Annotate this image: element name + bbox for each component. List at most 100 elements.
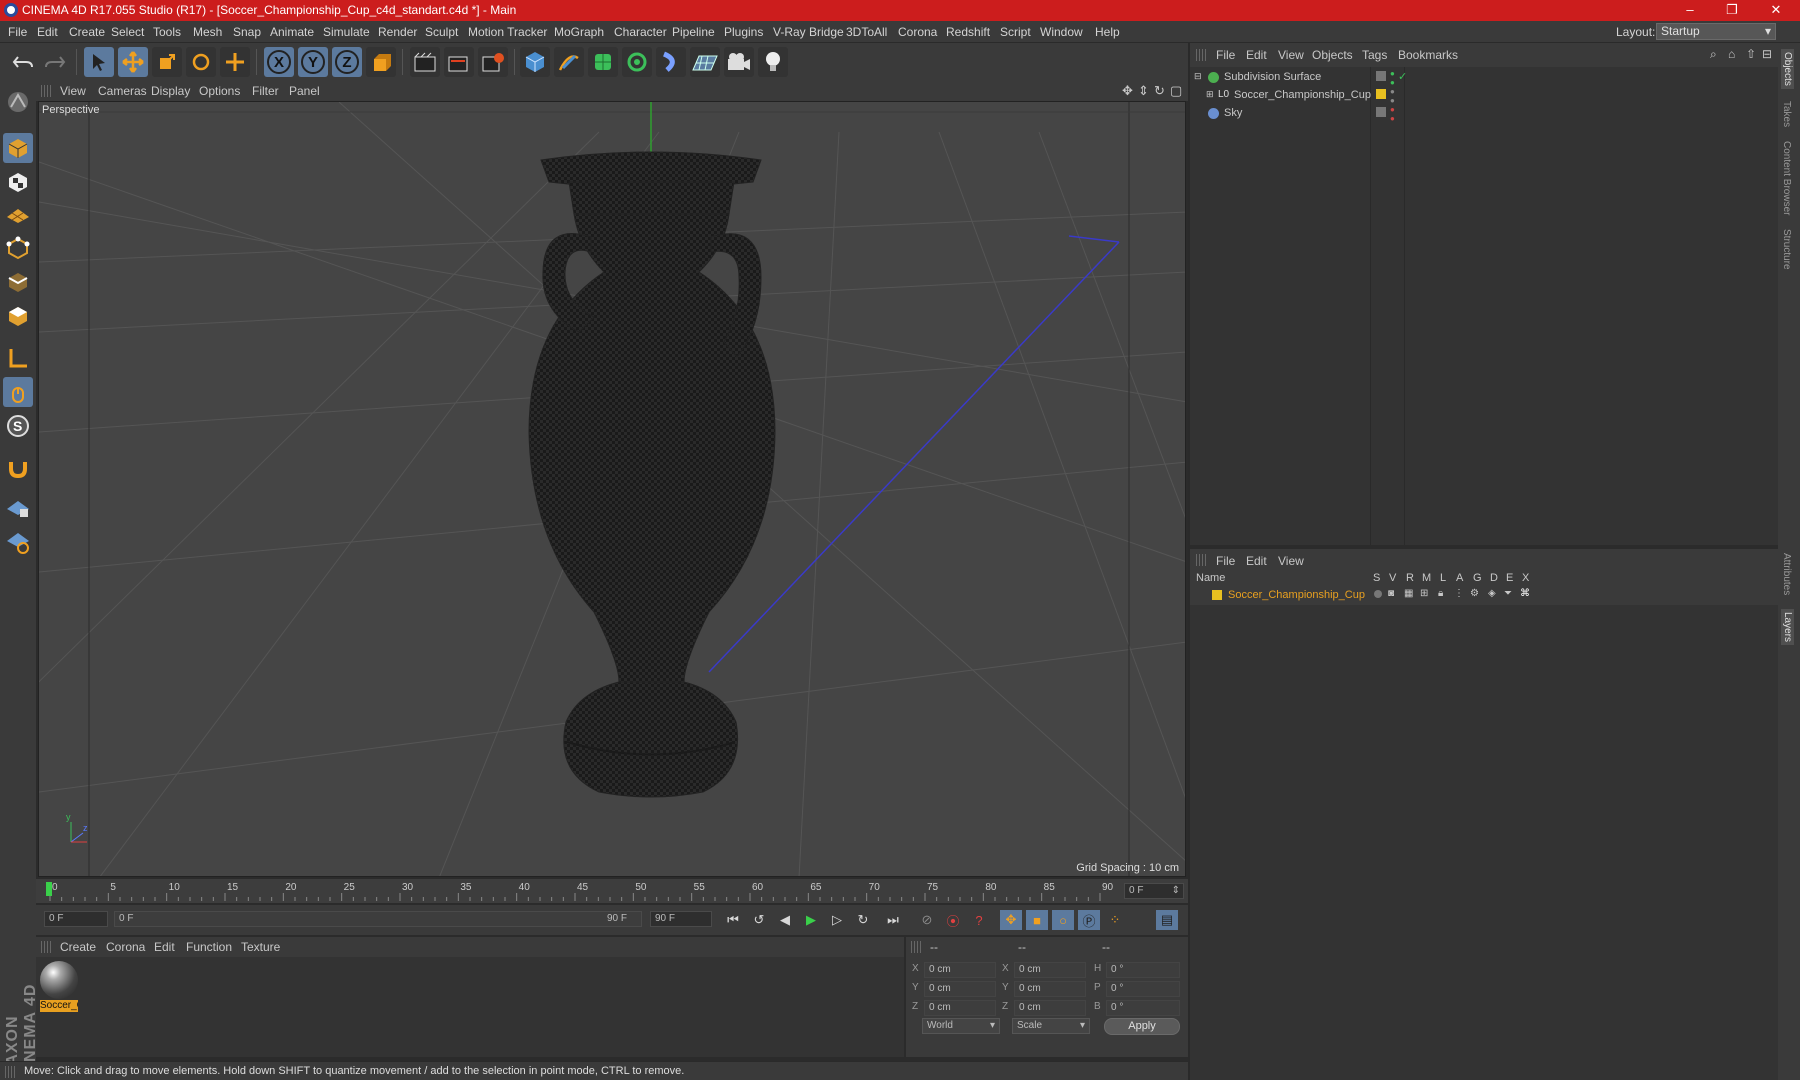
manager-icon[interactable]: ⊞ (1420, 588, 1428, 599)
layer-toggle-icon[interactable] (1376, 107, 1386, 117)
key-position-icon[interactable]: ✥ (1000, 910, 1022, 930)
menu-character[interactable]: Character (614, 25, 667, 39)
menu-animate[interactable]: Animate (270, 25, 314, 39)
tab-objects[interactable]: Objects (1781, 49, 1794, 89)
restore-button[interactable]: ❐ (1712, 0, 1752, 21)
viewport-menu-filter[interactable]: Filter (252, 84, 279, 98)
tab-content-browser[interactable]: Content Browser (1781, 141, 1792, 215)
viewport-move-icon[interactable]: ✥ (1122, 83, 1133, 99)
menu-mesh[interactable]: Mesh (193, 25, 222, 39)
points-mode-icon[interactable] (3, 233, 33, 263)
playhead-marker[interactable] (46, 882, 52, 896)
rotation-b-field[interactable]: 0 ° (1106, 1000, 1180, 1016)
layout-dropdown[interactable]: Startup ▾ (1656, 23, 1776, 40)
previous-frame-icon[interactable]: ◀ (774, 910, 796, 930)
close-button[interactable]: ✕ (1756, 0, 1796, 21)
material-swatch[interactable]: Soccer_C (40, 961, 78, 1012)
scale-icon[interactable] (152, 47, 182, 77)
lm-menu-view[interactable]: View (1278, 554, 1304, 568)
texture-mode-icon[interactable] (3, 167, 33, 197)
xref-icon[interactable]: ⌘ (1520, 588, 1530, 599)
viewport-zoom-icon[interactable]: ⇕ (1138, 83, 1149, 99)
light-icon[interactable] (758, 47, 788, 77)
end-frame-field[interactable]: 90 F (650, 911, 712, 927)
material-menu-texture[interactable]: Texture (241, 940, 280, 954)
menu-corona[interactable]: Corona (898, 25, 937, 39)
start-frame-field[interactable]: 0 F (44, 911, 108, 927)
menu-script[interactable]: Script (1000, 25, 1031, 39)
menu-create[interactable]: Create (69, 25, 105, 39)
layer-row-soccer-championship-cup[interactable]: Soccer_Championship_Cup ◙ ▦ ⊞ 🔒︎ ⋮ ⚙ ◈ ⏷… (1190, 587, 1778, 605)
record-icon[interactable]: ⦿ (942, 910, 964, 930)
menu-file[interactable]: File (8, 25, 27, 39)
material-menu-function[interactable]: Function (186, 940, 232, 954)
frame-range-slider[interactable]: 0 F 90 F (114, 911, 642, 927)
next-frame-icon[interactable]: ▷ (826, 910, 848, 930)
cloner-icon[interactable] (622, 47, 652, 77)
lm-menu-edit[interactable]: Edit (1246, 554, 1267, 568)
menu-mograph[interactable]: MoGraph (554, 25, 604, 39)
deformer-icon[interactable] (656, 47, 686, 77)
world-dropdown[interactable]: World ▾ (922, 1018, 1000, 1034)
make-editable-icon[interactable] (3, 87, 33, 117)
scale-dropdown[interactable]: Scale ▾ (1012, 1018, 1090, 1034)
material-menu-create[interactable]: Create (60, 940, 96, 954)
next-key-icon[interactable]: ↻ (852, 910, 874, 930)
menu-tools[interactable]: Tools (153, 25, 181, 39)
menu-vray-bridge[interactable]: V-Ray Bridge (773, 25, 844, 39)
animation-icon[interactable]: ⋮ (1454, 588, 1464, 599)
lock-workplane-icon[interactable] (3, 493, 33, 523)
size-z-field[interactable]: 0 cm (1014, 1000, 1086, 1016)
expressions-icon[interactable]: ⏷ (1504, 588, 1512, 599)
previous-key-icon[interactable]: ↺ (748, 910, 770, 930)
tab-layers[interactable]: Layers (1781, 609, 1794, 646)
render-view-icon[interactable] (410, 47, 440, 77)
viewport-camera-label[interactable]: Perspective (42, 104, 99, 116)
autokey-icon[interactable]: ? (968, 910, 990, 930)
y-axis-icon[interactable]: Y (298, 47, 328, 77)
layer-color-icon[interactable] (1212, 590, 1222, 600)
menu-plugins[interactable]: Plugins (724, 25, 763, 39)
position-z-field[interactable]: 0 cm (924, 1000, 996, 1016)
timeline-ruler[interactable]: 0 5 10 15 20 25 30 35 40 45 50 55 60 65 70 75 80 85 90 0 F… (36, 879, 1188, 903)
position-x-field[interactable]: 0 cm (924, 962, 996, 978)
magnet-icon[interactable] (3, 453, 33, 483)
edges-mode-icon[interactable] (3, 267, 33, 297)
timeline-window-icon[interactable]: ▤ (1156, 910, 1178, 930)
deformers-icon[interactable]: ◈ (1488, 588, 1496, 599)
select-icon[interactable] (84, 47, 114, 77)
polygons-mode-icon[interactable] (3, 301, 33, 331)
perspective-viewport[interactable]: y z Perspective Grid Spacing : 10 cm (38, 101, 1186, 877)
viewport-menu-panel[interactable]: Panel (289, 84, 320, 98)
menu-window[interactable]: Window (1040, 25, 1083, 39)
move-icon[interactable] (118, 47, 148, 77)
rotation-p-field[interactable]: 0 ° (1106, 981, 1180, 997)
tab-takes[interactable]: Takes (1781, 101, 1792, 127)
menu-simulate[interactable]: Simulate (323, 25, 370, 39)
key-param-icon[interactable]: Ⓟ (1078, 910, 1100, 930)
menu-sculpt[interactable]: Sculpt (425, 25, 458, 39)
go-to-start-icon[interactable]: ⏮ (722, 910, 744, 930)
menu-redshift[interactable]: Redshift (946, 25, 990, 39)
viewport-maximize-icon[interactable]: ▢ (1170, 83, 1182, 99)
menu-select[interactable]: Select (111, 25, 144, 39)
key-scale-icon[interactable]: ■ (1026, 910, 1048, 930)
visibility-dots-icon[interactable]: ● ● (1390, 105, 1395, 123)
layer-color-icon[interactable] (1376, 89, 1386, 99)
tab-structure[interactable]: Structure (1781, 229, 1792, 270)
search-icon[interactable]: ⌕ (1710, 47, 1717, 62)
go-to-end-icon[interactable]: ⏭ (882, 910, 904, 930)
collapse-icon[interactable]: ⊟ (1194, 71, 1202, 82)
current-frame-field[interactable]: 0 F ⇕ (1124, 883, 1184, 899)
layer-toggle-icon[interactable] (1376, 71, 1386, 81)
tweak-mode-icon[interactable] (3, 377, 33, 407)
minimize-button[interactable]: – (1670, 0, 1710, 21)
size-x-field[interactable]: 0 cm (1014, 962, 1086, 978)
x-axis-icon[interactable]: X (264, 47, 294, 77)
om-menu-view[interactable]: View (1278, 48, 1304, 62)
viewport-menu-view[interactable]: View (60, 84, 86, 98)
subdivision-icon[interactable] (588, 47, 618, 77)
expand-icon[interactable]: ⊞ (1206, 89, 1214, 100)
snap-icon[interactable]: S (3, 411, 33, 441)
model-mode-icon[interactable] (3, 133, 33, 163)
